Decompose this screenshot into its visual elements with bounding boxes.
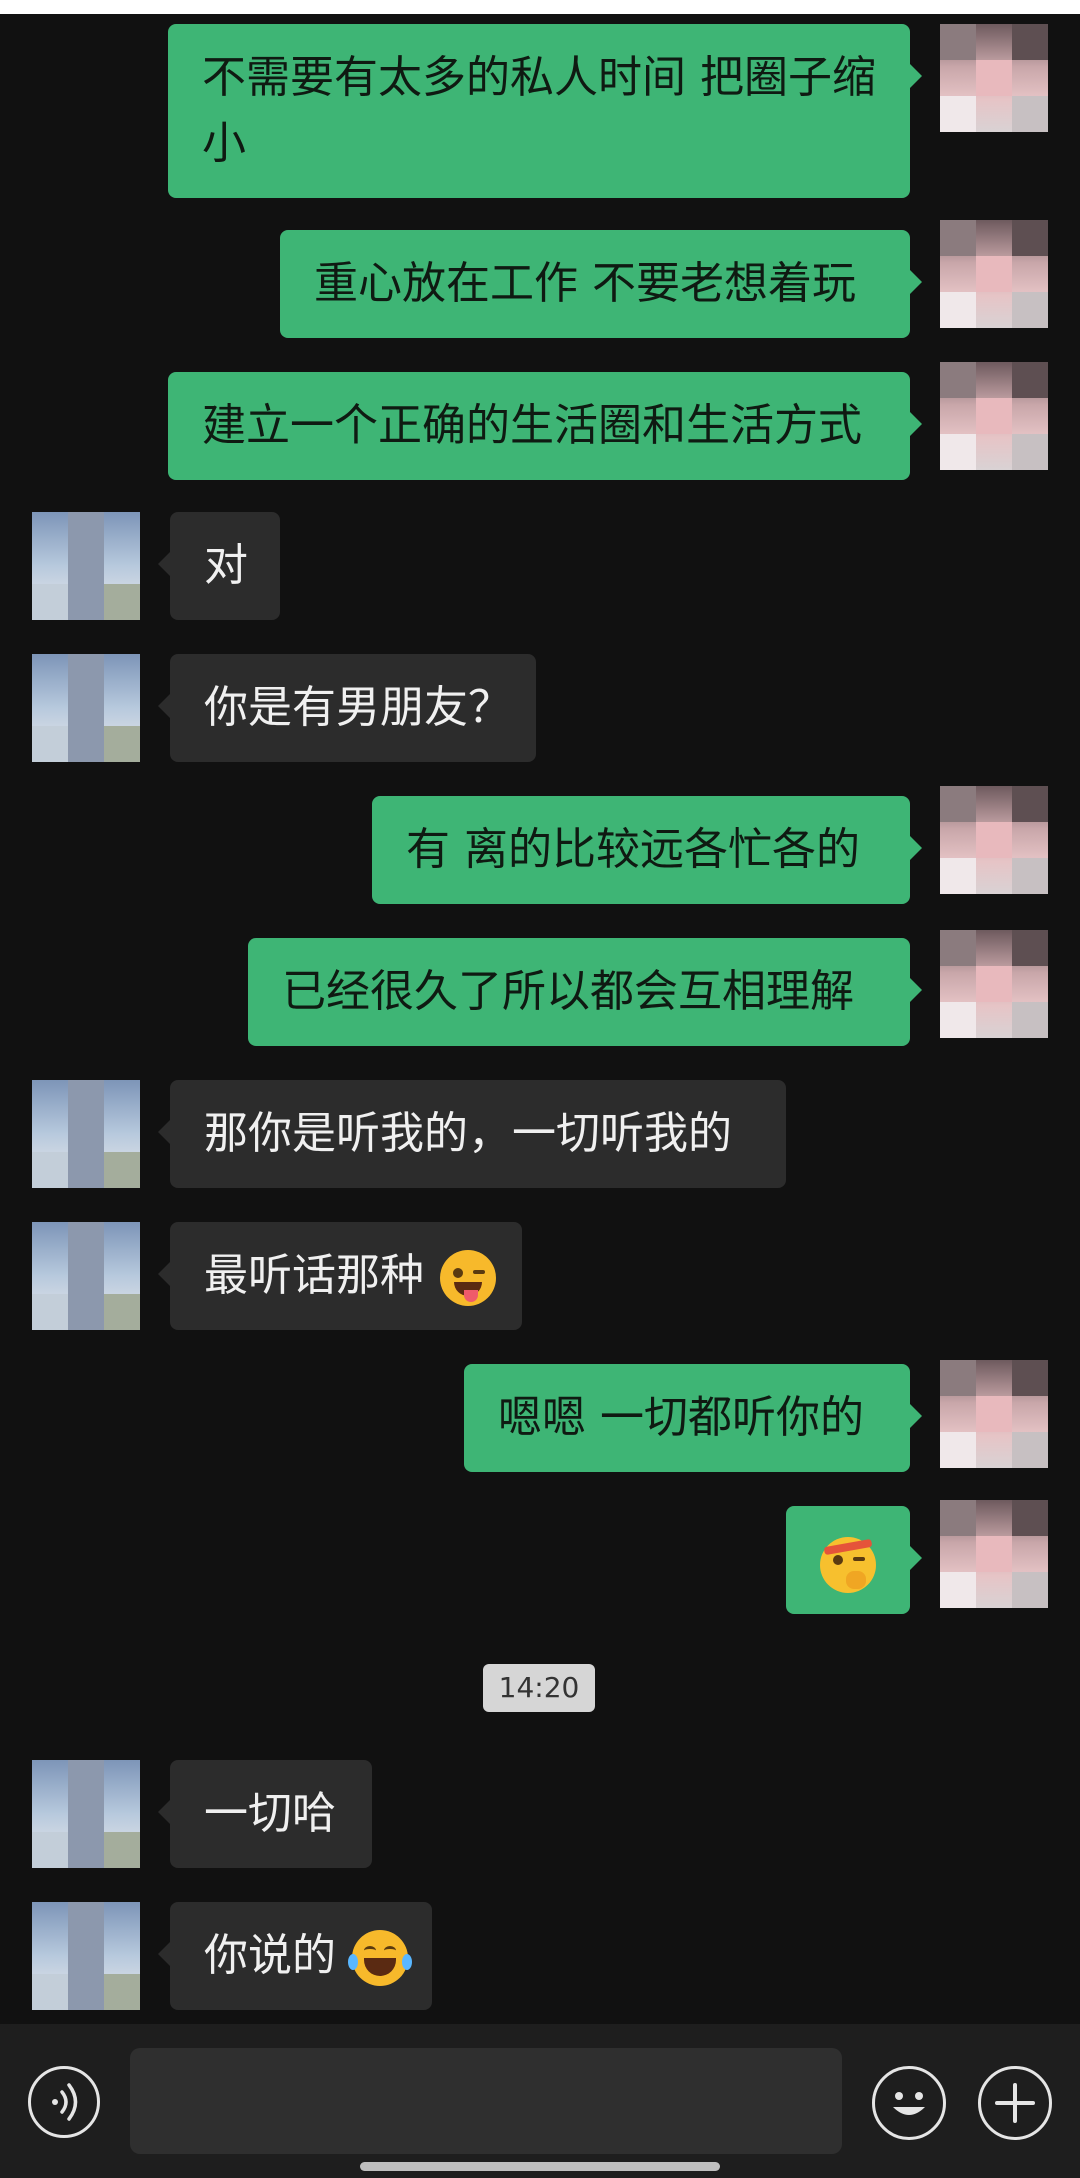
message-bubble[interactable]: 你说的 xyxy=(158,1902,432,2010)
message-text: 有 离的比较远各忙各的 xyxy=(406,824,860,875)
tears-of-joy-emoji xyxy=(348,1930,412,1986)
bubble-tail xyxy=(910,412,922,436)
message-text: 已经很久了所以都会互相理解 xyxy=(282,966,854,1017)
contact-avatar[interactable] xyxy=(32,654,140,762)
bubble-tail xyxy=(158,1120,170,1144)
my-avatar[interactable] xyxy=(940,930,1048,1038)
message-bubble[interactable]: 最听话那种 xyxy=(158,1222,522,1330)
add-icon[interactable] xyxy=(978,2066,1052,2140)
bubble-tail xyxy=(158,1262,170,1286)
bubble-tail xyxy=(158,1800,170,1824)
timestamp: 14:20 xyxy=(483,1664,595,1712)
winking-tongue-emoji xyxy=(440,1250,496,1306)
message-text: 对 xyxy=(204,540,248,591)
contact-avatar[interactable] xyxy=(32,1760,140,1868)
message-text: 嗯嗯 一切都听你的 xyxy=(498,1392,864,1443)
message-bubble[interactable]: 一切哈 xyxy=(158,1760,372,1868)
message-text: 那你是听我的，一切听我的 xyxy=(204,1108,732,1159)
my-avatar[interactable] xyxy=(940,1360,1048,1468)
message-bubble[interactable]: 对 xyxy=(158,512,280,620)
message-text: 不需要有太多的私人时间 把圈子缩小 xyxy=(202,52,876,169)
message-bubble[interactable]: 重心放在工作 不要老想着玩 xyxy=(280,230,922,338)
voice-icon[interactable] xyxy=(28,2066,100,2138)
message-bubble[interactable]: 嗯嗯 一切都听你的 xyxy=(464,1364,922,1472)
message-bubble[interactable]: 那你是听我的，一切听我的 xyxy=(158,1080,786,1188)
bubble-tail xyxy=(910,270,922,294)
message-bubble[interactable]: 已经很久了所以都会互相理解 xyxy=(248,938,922,1046)
emoji-icon[interactable] xyxy=(872,2066,946,2140)
contact-avatar[interactable] xyxy=(32,1080,140,1188)
message-input[interactable] xyxy=(130,2048,842,2154)
home-indicator[interactable] xyxy=(360,2162,720,2171)
contact-avatar[interactable] xyxy=(32,512,140,620)
bubble-tail xyxy=(910,978,922,1002)
bubble-tail xyxy=(910,64,922,88)
my-avatar[interactable] xyxy=(940,362,1048,470)
bubble-tail xyxy=(910,1404,922,1428)
message-bubble[interactable]: 建立一个正确的生活圈和生活方式 xyxy=(168,372,922,480)
message-text: 最听话那种 xyxy=(204,1250,424,1301)
chat-area[interactable]: 不需要有太多的私人时间 把圈子缩小 重心放在工作 不要老想着玩 建立一个正确的生… xyxy=(0,0,1080,2024)
message-text: 重心放在工作 不要老想着玩 xyxy=(314,258,856,309)
bubble-tail xyxy=(158,552,170,576)
message-bubble[interactable] xyxy=(786,1506,922,1614)
my-avatar[interactable] xyxy=(940,220,1048,328)
message-text: 你是有男朋友？ xyxy=(204,682,512,733)
contact-avatar[interactable] xyxy=(32,1222,140,1330)
bubble-tail xyxy=(158,1942,170,1966)
bubble-tail xyxy=(910,836,922,860)
my-avatar[interactable] xyxy=(940,24,1048,132)
message-text: 一切哈 xyxy=(204,1788,336,1839)
message-bubble[interactable]: 你是有男朋友？ xyxy=(158,654,536,762)
message-text: 建立一个正确的生活圈和生活方式 xyxy=(202,400,862,451)
bubble-tail xyxy=(910,1546,922,1570)
message-bubble[interactable]: 有 离的比较远各忙各的 xyxy=(372,796,922,904)
message-text: 你说的 xyxy=(204,1930,336,1981)
my-avatar[interactable] xyxy=(940,1500,1048,1608)
message-bubble[interactable]: 不需要有太多的私人时间 把圈子缩小 xyxy=(168,24,922,198)
my-avatar[interactable] xyxy=(940,786,1048,894)
bubble-tail xyxy=(158,694,170,718)
shushing-headband-emoji xyxy=(820,1537,876,1593)
contact-avatar[interactable] xyxy=(32,1902,140,2010)
